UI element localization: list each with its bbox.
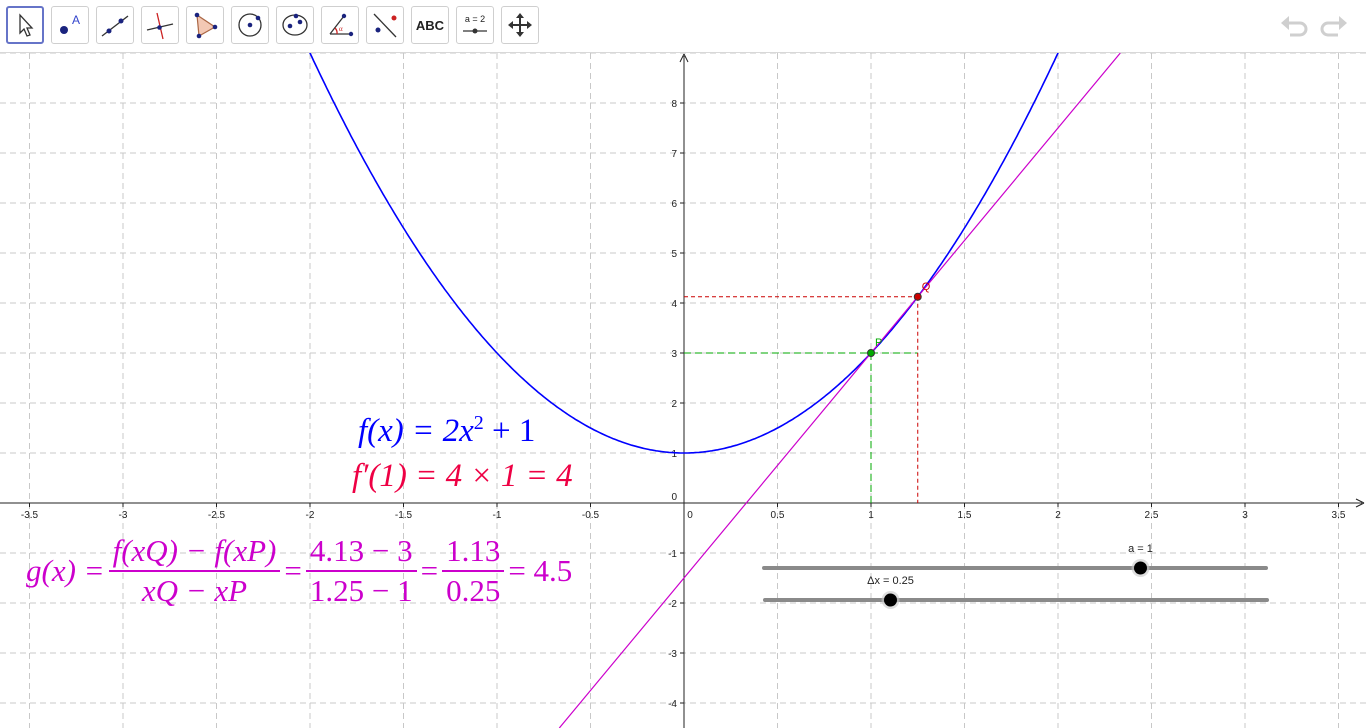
- x-tick-label: 0: [687, 510, 693, 521]
- x-tick-label: 1.5: [958, 510, 972, 521]
- move-graphics-view-tool-button[interactable]: [501, 6, 539, 44]
- point-icon: A: [60, 13, 80, 34]
- y-tick-label: 2: [671, 399, 677, 410]
- x-tick-label: 2.5: [1145, 510, 1159, 521]
- y-tick-label: -2: [668, 599, 677, 610]
- circle-tool-button[interactable]: [231, 6, 269, 44]
- line-tool-button[interactable]: [96, 6, 134, 44]
- y-tick-label: -1: [668, 549, 677, 560]
- angle-icon: α: [329, 13, 354, 37]
- redo-icon: [1320, 16, 1347, 37]
- formula-f-exponent: 2: [473, 412, 484, 434]
- y-tick-label: 6: [671, 199, 677, 210]
- reflect-tool-button[interactable]: [366, 6, 404, 44]
- angle-tool-button[interactable]: α: [321, 6, 359, 44]
- y-tick-label: -3: [668, 649, 677, 660]
- formula-g-result: = 4.5: [508, 553, 573, 588]
- guide-lines: [684, 296, 919, 503]
- x-tick-label: 1: [868, 510, 874, 521]
- fraction-reduced-numerator: 1.13: [442, 534, 505, 572]
- slider-tool-button[interactable]: a = 2: [456, 6, 494, 44]
- y-tick-label: 8: [671, 99, 677, 110]
- x-tick-label: -0.5: [582, 510, 600, 521]
- formula-f[interactable]: f(x) = 2x2 + 1: [358, 412, 535, 450]
- text-tool-button[interactable]: ABC: [411, 6, 449, 44]
- tick-labels: -3.5 -3 -2.5 -2 -1.5 -1 -0.5 0 0.5 1 1.5 2 2.5 3 3.5 -4…: [21, 99, 1346, 710]
- a-slider-handle[interactable]: [1134, 561, 1147, 575]
- formula-fprime[interactable]: f′(1) = 4 × 1 = 4: [352, 458, 573, 495]
- point-p[interactable]: [867, 349, 875, 357]
- x-tick-label: -1: [493, 510, 502, 521]
- point-tool-label: A: [72, 13, 80, 27]
- slider-tool-label: a = 2: [465, 14, 485, 24]
- y-tick-label: 7: [671, 149, 677, 160]
- formula-g-equals-2: =: [420, 553, 439, 588]
- formula-f-constant: + 1: [483, 413, 536, 449]
- perpendicular-line-icon: [146, 12, 174, 40]
- x-tick-label: -2: [306, 510, 315, 521]
- reflect-icon: [373, 13, 397, 38]
- x-tick-label: 0.5: [771, 510, 785, 521]
- formula-g-fraction-symbolic: f(xQ) − f(xP) xQ − xP: [108, 534, 281, 608]
- polygon-tool-button[interactable]: [186, 6, 224, 44]
- move-tool-button[interactable]: [6, 6, 44, 44]
- graphics-view[interactable]: -3.5 -3 -2.5 -2 -1.5 -1 -0.5 0 0.5 1 1.5 2 2.5 3 3.5 -4…: [0, 53, 1366, 728]
- y-tick-label: 4: [671, 299, 677, 310]
- undo-button[interactable]: [1278, 10, 1312, 42]
- formula-g-fraction-values: 4.13 − 3 1.25 − 1: [305, 534, 417, 608]
- x-tick-label: 3.5: [1332, 510, 1346, 521]
- fraction-symbolic-numerator: f(xQ) − f(xP): [108, 534, 281, 572]
- x-tick-label: -1.5: [395, 510, 413, 521]
- redo-button[interactable]: [1316, 10, 1350, 42]
- fraction-reduced-denominator: 0.25: [446, 573, 501, 608]
- axes: [0, 53, 1365, 728]
- move-arrows-icon: [508, 13, 532, 37]
- slider-icon: a = 2: [463, 14, 487, 34]
- undo-icon: [1281, 16, 1308, 37]
- y-tick-label: 5: [671, 249, 677, 260]
- x-tick-label: -3: [119, 510, 128, 521]
- formula-g-equals-1: =: [284, 553, 302, 588]
- toolbar: A α ABC a = 2: [0, 0, 1366, 53]
- ellipse-icon: [282, 13, 308, 36]
- cursor-arrow-icon: [19, 13, 34, 37]
- y-tick-label: -4: [668, 699, 677, 710]
- fraction-values-denominator: 1.25 − 1: [309, 573, 413, 608]
- dx-slider-handle[interactable]: [884, 593, 897, 607]
- y-tick-label: 3: [671, 349, 677, 360]
- point-q-label: Q: [922, 281, 931, 293]
- x-tick-label: -3.5: [21, 510, 39, 521]
- y-tick-label: 1: [671, 449, 677, 460]
- formula-g[interactable]: g(x) = f(xQ) − f(xP) xQ − xP = 4.13 − 3 …: [26, 534, 572, 608]
- formula-f-main: f(x) = 2x: [358, 413, 474, 449]
- circle-icon: [238, 13, 262, 37]
- point-q[interactable]: [913, 292, 922, 301]
- a-slider-label: a = 1: [1128, 543, 1153, 555]
- svg-text:α: α: [339, 25, 343, 33]
- x-tick-label: 2: [1055, 510, 1061, 521]
- x-tick-label: -2.5: [208, 510, 226, 521]
- formula-g-prefix: g(x) =: [26, 553, 105, 588]
- grid: [0, 53, 1366, 728]
- point-p-label: P: [875, 337, 882, 349]
- polygon-icon: [194, 12, 218, 39]
- x-tick-label: 3: [1242, 510, 1248, 521]
- fraction-values-numerator: 4.13 − 3: [305, 534, 417, 572]
- perpendicular-line-tool-button[interactable]: [141, 6, 179, 44]
- dx-slider-label: Δx = 0.25: [867, 575, 914, 587]
- point-tool-button[interactable]: A: [51, 6, 89, 44]
- fraction-symbolic-denominator: xQ − xP: [141, 573, 248, 608]
- line-icon: [101, 15, 129, 37]
- ellipse-tool-button[interactable]: [276, 6, 314, 44]
- formula-g-fraction-reduced: 1.13 0.25: [442, 534, 505, 608]
- text-tool-label: ABC: [415, 17, 445, 33]
- y-tick-label: 0: [671, 492, 677, 503]
- secant-line-g[interactable]: [558, 53, 1121, 728]
